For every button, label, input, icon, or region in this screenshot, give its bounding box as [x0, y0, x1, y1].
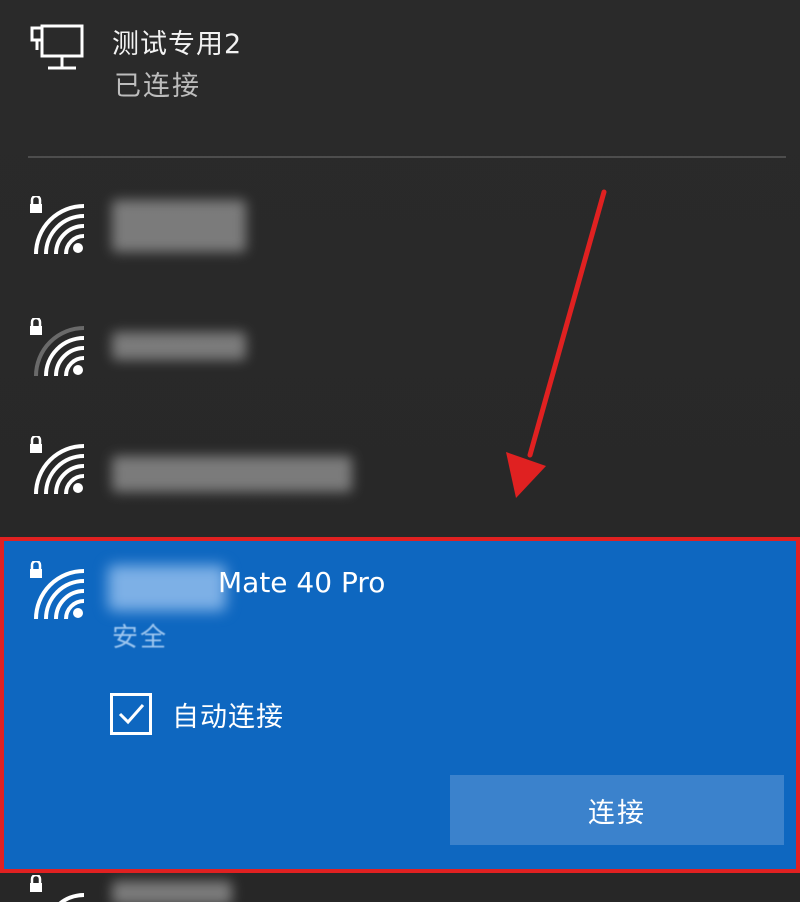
ethernet-icon: [30, 24, 84, 70]
selected-wifi-network[interactable]: Mate 40 Pro 安全 自动连接 连接: [0, 537, 800, 873]
auto-connect-checkbox[interactable]: [110, 693, 152, 735]
network-name-redacted: [112, 332, 246, 360]
ethernet-connection[interactable]: 测试专用2 已连接: [0, 0, 800, 140]
auto-connect-label: 自动连接: [172, 702, 284, 733]
wifi-network-item[interactable]: [0, 302, 800, 422]
network-name-redacted: [112, 456, 352, 492]
wifi-network-item[interactable]: [0, 420, 800, 540]
checkmark-icon: [118, 704, 145, 725]
network-name-redacted: [112, 200, 246, 252]
wifi-secured-icon: [30, 318, 85, 377]
wifi-secured-icon: [30, 561, 85, 620]
selected-network-security: 安全: [112, 623, 169, 653]
divider: [28, 156, 786, 158]
selected-network-name: Mate 40 Pro: [218, 566, 386, 599]
network-name-redacted: [108, 565, 226, 611]
ethernet-status: 已连接: [114, 71, 201, 102]
connect-button[interactable]: 连接: [450, 775, 784, 845]
wifi-secured-icon: [30, 875, 85, 902]
network-name-redacted: [112, 881, 232, 902]
wifi-network-item[interactable]: [0, 873, 800, 902]
ethernet-name: 测试专用2: [112, 29, 243, 60]
network-flyout: 测试专用2 已连接 Mate 40 Pro 安全 自动连接 连接: [0, 0, 800, 902]
wifi-network-item[interactable]: [0, 180, 800, 300]
wifi-secured-icon: [30, 196, 85, 255]
wifi-secured-icon: [30, 436, 85, 495]
